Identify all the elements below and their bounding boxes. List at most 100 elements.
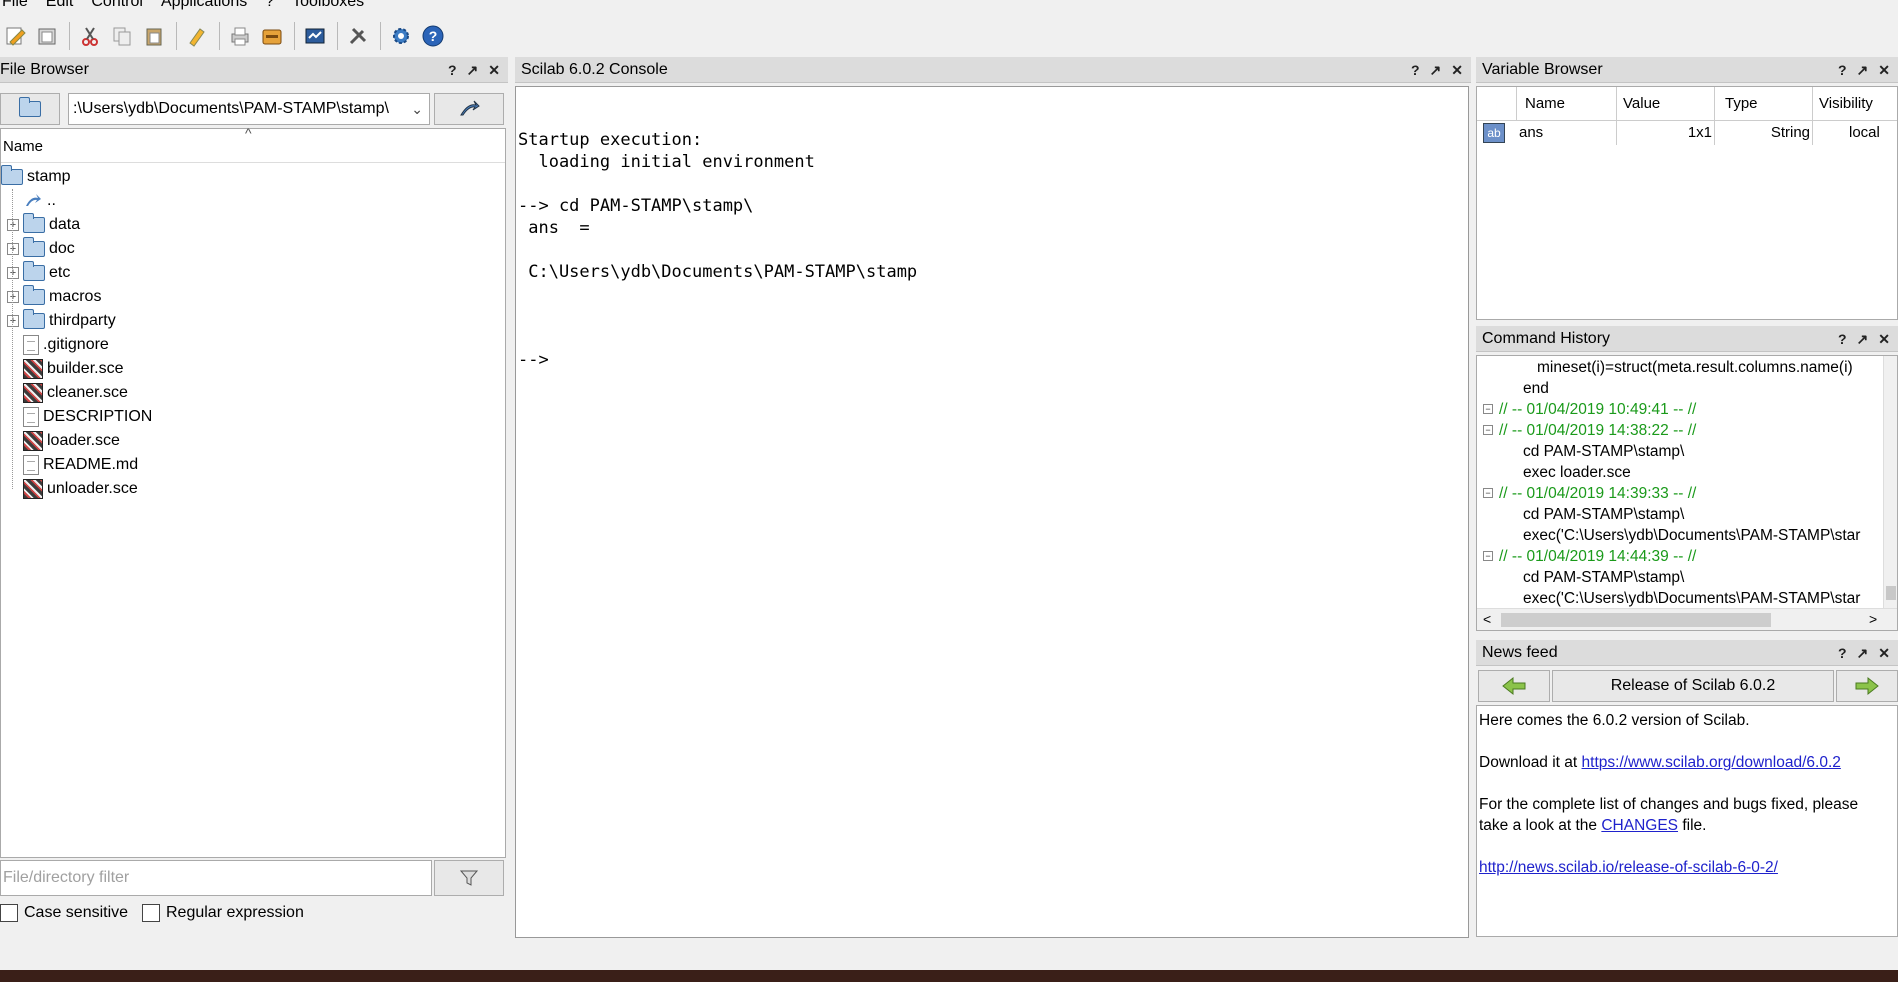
tree-item[interactable]: README.md [7, 453, 138, 477]
news-headline[interactable]: Release of Scilab 6.0.2 [1552, 670, 1834, 702]
undock-icon[interactable]: ↗ [1430, 57, 1442, 82]
history-session[interactable]: // -- 01/04/2019 14:44:39 -- // [1499, 547, 1696, 567]
help-icon[interactable]: ? [1838, 57, 1847, 82]
history-command[interactable]: cd PAM-STAMP\stamp\ [1523, 505, 1684, 525]
menu-applications[interactable]: Applications [159, 0, 249, 14]
filter-button[interactable] [434, 860, 504, 896]
paste-icon[interactable] [139, 21, 169, 51]
column-visibility[interactable]: Visibility [1813, 87, 1897, 121]
history-command[interactable]: cd PAM-STAMP\stamp\ [1523, 442, 1684, 462]
scroll-right-icon[interactable]: > [1869, 611, 1877, 627]
expand-icon[interactable]: + [7, 243, 19, 255]
tree-item[interactable]: .gitignore [7, 333, 109, 357]
cut-icon[interactable] [75, 21, 105, 51]
print-icon[interactable] [225, 21, 255, 51]
open-file-icon[interactable] [32, 21, 62, 51]
regex-checkbox[interactable] [142, 904, 160, 922]
column-value[interactable]: Value [1617, 87, 1715, 121]
clear-console-icon[interactable] [182, 21, 212, 51]
expand-icon[interactable]: + [7, 219, 19, 231]
column-type[interactable]: Type [1715, 87, 1813, 121]
scrollbar-thumb[interactable] [1886, 586, 1896, 600]
close-icon[interactable]: ✕ [1878, 57, 1890, 82]
history-session[interactable]: // -- 01/04/2019 10:49:41 -- // [1499, 400, 1696, 420]
history-command[interactable]: mineset(i)=struct(meta.result.columns.na… [1537, 358, 1853, 378]
expand-icon[interactable]: + [7, 315, 19, 327]
status-bar [0, 945, 1898, 971]
next-news-button[interactable] [1836, 670, 1898, 702]
column-name[interactable]: Name [1517, 87, 1617, 121]
menu-control[interactable]: Control [89, 0, 145, 14]
collapse-icon[interactable]: − [1483, 488, 1493, 498]
horizontal-scrollbar[interactable]: < > [1477, 608, 1897, 630]
xcos-icon[interactable] [300, 21, 330, 51]
help-icon[interactable]: ? [1838, 326, 1847, 351]
menu-help[interactable]: ? [263, 0, 276, 14]
collapse-icon[interactable]: − [1483, 551, 1493, 561]
history-command[interactable]: exec loader.sce [1523, 463, 1631, 483]
tree-item[interactable]: + etc [7, 261, 70, 285]
folder-icon [23, 309, 45, 329]
vertical-scrollbar[interactable] [1883, 356, 1897, 608]
menubar: File Edit Control Applications ? Toolbox… [0, 0, 1898, 14]
menu-file[interactable]: File [0, 0, 30, 14]
tree-item[interactable]: + doc [7, 237, 75, 261]
download-link[interactable]: https://www.scilab.org/download/6.0.2 [1582, 754, 1841, 771]
menu-edit[interactable]: Edit [44, 0, 76, 14]
previous-news-button[interactable] [1478, 670, 1550, 702]
tree-item[interactable]: builder.sce [7, 357, 124, 381]
file-filter-input[interactable]: File/directory filter [0, 860, 432, 896]
expand-icon[interactable]: + [7, 267, 19, 279]
undock-icon[interactable]: ↗ [1857, 326, 1869, 351]
close-icon[interactable]: ✕ [1451, 57, 1463, 82]
news-paragraph: For the complete list of changes and bug… [1479, 796, 1859, 813]
case-sensitive-checkbox[interactable] [0, 904, 18, 922]
undock-icon[interactable]: ↗ [1857, 57, 1869, 82]
history-command[interactable]: cd PAM-STAMP\stamp\ [1523, 568, 1684, 588]
close-icon[interactable]: ✕ [1878, 326, 1890, 351]
command-history-tree[interactable]: mineset(i)=struct(meta.result.columns.na… [1476, 355, 1898, 631]
tree-item[interactable]: .. [7, 189, 56, 213]
parent-directory-button[interactable] [434, 93, 504, 125]
tree-item[interactable]: + macros [7, 285, 101, 309]
expand-icon[interactable]: + [7, 291, 19, 303]
table-row[interactable]: ab ans 1x1 String local [1477, 121, 1897, 145]
tree-item[interactable]: loader.sce [7, 429, 120, 453]
scilab-script-icon [23, 383, 43, 403]
history-session[interactable]: // -- 01/04/2019 14:39:33 -- // [1499, 484, 1696, 504]
tree-item[interactable]: + data [7, 213, 80, 237]
scrollbar-thumb[interactable] [1501, 613, 1771, 627]
undock-icon[interactable]: ↗ [467, 57, 479, 82]
collapse-icon[interactable]: − [1483, 404, 1493, 414]
changes-link[interactable]: CHANGES [1601, 817, 1678, 834]
gear-icon[interactable] [386, 21, 416, 51]
menu-toolboxes[interactable]: Toolboxes [290, 0, 366, 14]
preferences-icon[interactable] [343, 21, 373, 51]
copy-icon[interactable] [107, 21, 137, 51]
history-command[interactable]: end [1523, 379, 1549, 399]
release-news-link[interactable]: http://news.scilab.io/release-of-scilab-… [1479, 859, 1778, 876]
history-command[interactable]: exec('C:\Users\ydb\Documents\PAM-STAMP\s… [1523, 526, 1860, 546]
tree-item-root[interactable]: stamp [1, 165, 71, 189]
help-icon[interactable]: ? [1411, 57, 1420, 82]
scroll-left-icon[interactable]: < [1483, 611, 1491, 627]
help-icon[interactable]: ? [1838, 640, 1847, 665]
module-manager-icon[interactable] [257, 21, 287, 51]
tree-item[interactable]: DESCRIPTION [7, 405, 152, 429]
tree-item[interactable]: + thirdparty [7, 309, 116, 333]
close-icon[interactable]: ✕ [488, 57, 500, 82]
history-command[interactable]: exec('C:\Users\ydb\Documents\PAM-STAMP\s… [1523, 589, 1860, 609]
history-session[interactable]: // -- 01/04/2019 14:38:22 -- // [1499, 421, 1696, 441]
undock-icon[interactable]: ↗ [1857, 640, 1869, 665]
help-icon[interactable]: ? [418, 21, 448, 51]
help-icon[interactable]: ? [448, 57, 457, 82]
browse-folder-button[interactable] [0, 93, 60, 125]
tree-column-header[interactable]: Name ^ [1, 125, 505, 163]
tree-item[interactable]: unloader.sce [7, 477, 138, 501]
new-script-icon[interactable] [0, 21, 30, 51]
console-output[interactable]: Startup execution: loading initial envir… [515, 86, 1469, 938]
close-icon[interactable]: ✕ [1878, 640, 1890, 665]
collapse-icon[interactable]: − [1483, 425, 1493, 435]
tree-item[interactable]: cleaner.sce [7, 381, 128, 405]
path-combobox[interactable]: :\Users\ydb\Documents\PAM-STAMP\stamp\ ⌄ [68, 93, 430, 125]
